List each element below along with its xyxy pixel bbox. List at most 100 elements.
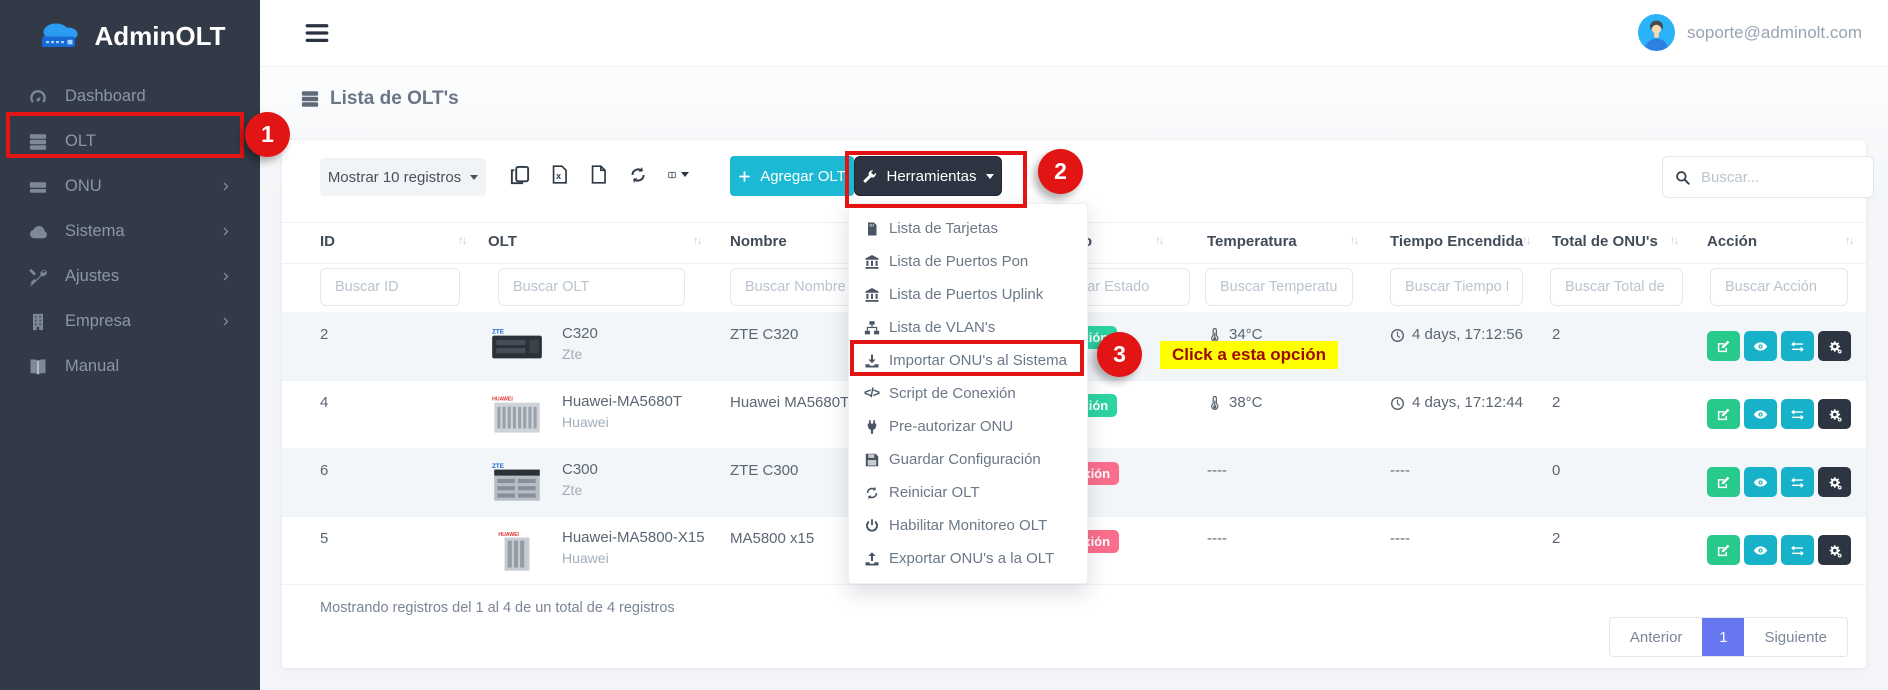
menu-item-guardar-configuracion[interactable]: Guardar Configuración (849, 443, 1087, 476)
chevron-right-icon (221, 226, 232, 237)
refresh-button[interactable] (628, 164, 649, 185)
user-menu[interactable]: soporte@adminolt.com (1638, 14, 1862, 51)
cell-temperatura: ---- (1207, 448, 1227, 516)
sidebar: AdminOLT Dashboard OLT ONU Sistema (0, 0, 260, 690)
book-icon (28, 357, 48, 377)
menu-item-pre-autorizar-onu[interactable]: Pre-autorizar ONU (849, 410, 1087, 443)
export-excel-button[interactable]: x (550, 164, 571, 185)
sync-olt-button[interactable] (1781, 399, 1814, 429)
edit-icon (1716, 475, 1731, 490)
sort-icon[interactable]: ↑↓ (1350, 235, 1358, 247)
column-header-nombre[interactable]: Nombre (730, 233, 787, 250)
menu-item-habilitar-monitoreo-olt[interactable]: Habilitar Monitoreo OLT (849, 509, 1087, 542)
annotation-step-3-marker: 3 (1097, 332, 1142, 377)
filter-input-id[interactable] (320, 268, 460, 306)
svg-text:HUAWEI: HUAWEI (498, 532, 519, 538)
table-columns-icon (668, 165, 676, 185)
sort-icon[interactable]: ↑↓ (1670, 235, 1678, 247)
caret-down-icon (470, 175, 478, 180)
sidebar-item-manual[interactable]: Manual (0, 344, 260, 389)
pagination-next-button[interactable]: Siguiente (1744, 618, 1847, 656)
sidebar-toggle-button[interactable] (304, 20, 330, 46)
sync-olt-button[interactable] (1781, 331, 1814, 361)
cell-tiempo-encendida: 4 days, 17:12:56 (1390, 312, 1523, 380)
cell-olt: Huawei-MA5680T Huawei (562, 380, 682, 448)
sort-icon[interactable]: ↑↓ (1845, 235, 1853, 247)
menu-item-importar-onus-al-sistema[interactable]: Importar ONU's al Sistema (849, 344, 1087, 377)
cell-nombre: MA5800 x15 (730, 516, 814, 584)
column-header-temperatura[interactable]: Temperatura (1207, 233, 1297, 250)
sidebar-item-sistema[interactable]: Sistema (0, 209, 260, 254)
filter-input-temperatura[interactable] (1205, 268, 1353, 306)
page-title: Lista de OLT's (300, 88, 459, 110)
olt-device-image: HUAWEI (488, 380, 546, 448)
sidebar-item-olt[interactable]: OLT (0, 119, 260, 164)
column-header-total-onus[interactable]: Total de ONU's (1552, 233, 1658, 250)
column-header-olt[interactable]: OLT (488, 233, 517, 250)
pagination: Anterior 1 Siguiente (1609, 617, 1848, 657)
column-visibility-button[interactable] (668, 164, 689, 185)
gauge-icon (28, 87, 48, 107)
tools-button[interactable]: Herramientas (854, 156, 1002, 196)
menu-item-lista-de-tarjetas[interactable]: Lista de Tarjetas (849, 212, 1087, 245)
edit-olt-button[interactable] (1707, 467, 1740, 497)
olt-settings-button[interactable] (1818, 535, 1851, 565)
edit-olt-button[interactable] (1707, 399, 1740, 429)
cell-nombre: ZTE C320 (730, 312, 798, 380)
export-file-button[interactable] (589, 164, 610, 185)
column-header-accion[interactable]: Acción (1707, 233, 1757, 250)
view-olt-button[interactable] (1744, 467, 1777, 497)
cogs-icon (1827, 475, 1842, 490)
filter-input-tiempo[interactable] (1390, 268, 1523, 306)
wrench-icon (862, 169, 877, 184)
sitemap-icon (864, 320, 880, 336)
app-logo: AdminOLT (0, 0, 260, 72)
sort-icon[interactable]: ↑↓ (458, 235, 466, 247)
sync-olt-button[interactable] (1781, 467, 1814, 497)
sort-icon[interactable]: ↑↓ (693, 235, 701, 247)
menu-item-lista-de-vlans[interactable]: Lista de VLAN's (849, 311, 1087, 344)
filter-input-total-onus[interactable] (1550, 268, 1683, 306)
menu-item-lista-de-puertos-uplink[interactable]: Lista de Puertos Uplink (849, 278, 1087, 311)
svg-text:ZTE: ZTE (492, 329, 504, 336)
olt-settings-button[interactable] (1818, 467, 1851, 497)
menu-item-exportar-onus-a-la-olt[interactable]: Exportar ONU's a la OLT (849, 542, 1087, 575)
adminolt-app: AdminOLT Dashboard OLT ONU Sistema (0, 0, 1888, 690)
eye-icon (1753, 339, 1768, 354)
menu-item-lista-de-puertos-pon[interactable]: Lista de Puertos Pon (849, 245, 1087, 278)
filter-input-accion[interactable] (1710, 268, 1848, 306)
show-entries-select[interactable]: Mostrar 10 registros (320, 158, 486, 196)
pagination-prev-button[interactable]: Anterior (1610, 618, 1703, 656)
column-header-id[interactable]: ID (320, 233, 335, 250)
view-olt-button[interactable] (1744, 331, 1777, 361)
sidebar-item-onu[interactable]: ONU (0, 164, 260, 209)
edit-olt-button[interactable] (1707, 535, 1740, 565)
column-header-tiempo-encendida[interactable]: Tiempo Encendida (1390, 233, 1523, 250)
sidebar-item-ajustes[interactable]: Ajustes (0, 254, 260, 299)
filter-input-olt[interactable] (498, 268, 685, 306)
sort-icon[interactable]: ↑↓ (1522, 235, 1530, 247)
cell-tiempo-encendida: 4 days, 17:12:44 (1390, 380, 1523, 448)
olt-settings-button[interactable] (1818, 331, 1851, 361)
pagination-page-1[interactable]: 1 (1702, 618, 1744, 656)
sidebar-item-dashboard[interactable]: Dashboard (0, 74, 260, 119)
cell-total-onus: 2 (1552, 380, 1560, 448)
clock-icon (1390, 328, 1405, 343)
sync-olt-button[interactable] (1781, 535, 1814, 565)
edit-olt-button[interactable] (1707, 331, 1740, 361)
sidebar-item-empresa[interactable]: Empresa (0, 299, 260, 344)
view-olt-button[interactable] (1744, 399, 1777, 429)
add-olt-button[interactable]: Agregar OLT (730, 156, 854, 196)
copy-button[interactable] (510, 164, 531, 185)
menu-item-script-de-conexion[interactable]: </>Script de Conexión (849, 377, 1087, 410)
menu-item-reiniciar-olt[interactable]: Reiniciar OLT (849, 476, 1087, 509)
exchange-icon (1790, 339, 1805, 354)
sort-icon[interactable]: ↑↓ (1155, 235, 1163, 247)
search-input[interactable] (1699, 168, 1861, 187)
exchange-icon (1790, 543, 1805, 558)
olt-device-image: ZTE (488, 312, 546, 380)
power-icon (864, 518, 880, 534)
table-search (1662, 156, 1874, 198)
olt-settings-button[interactable] (1818, 399, 1851, 429)
view-olt-button[interactable] (1744, 535, 1777, 565)
